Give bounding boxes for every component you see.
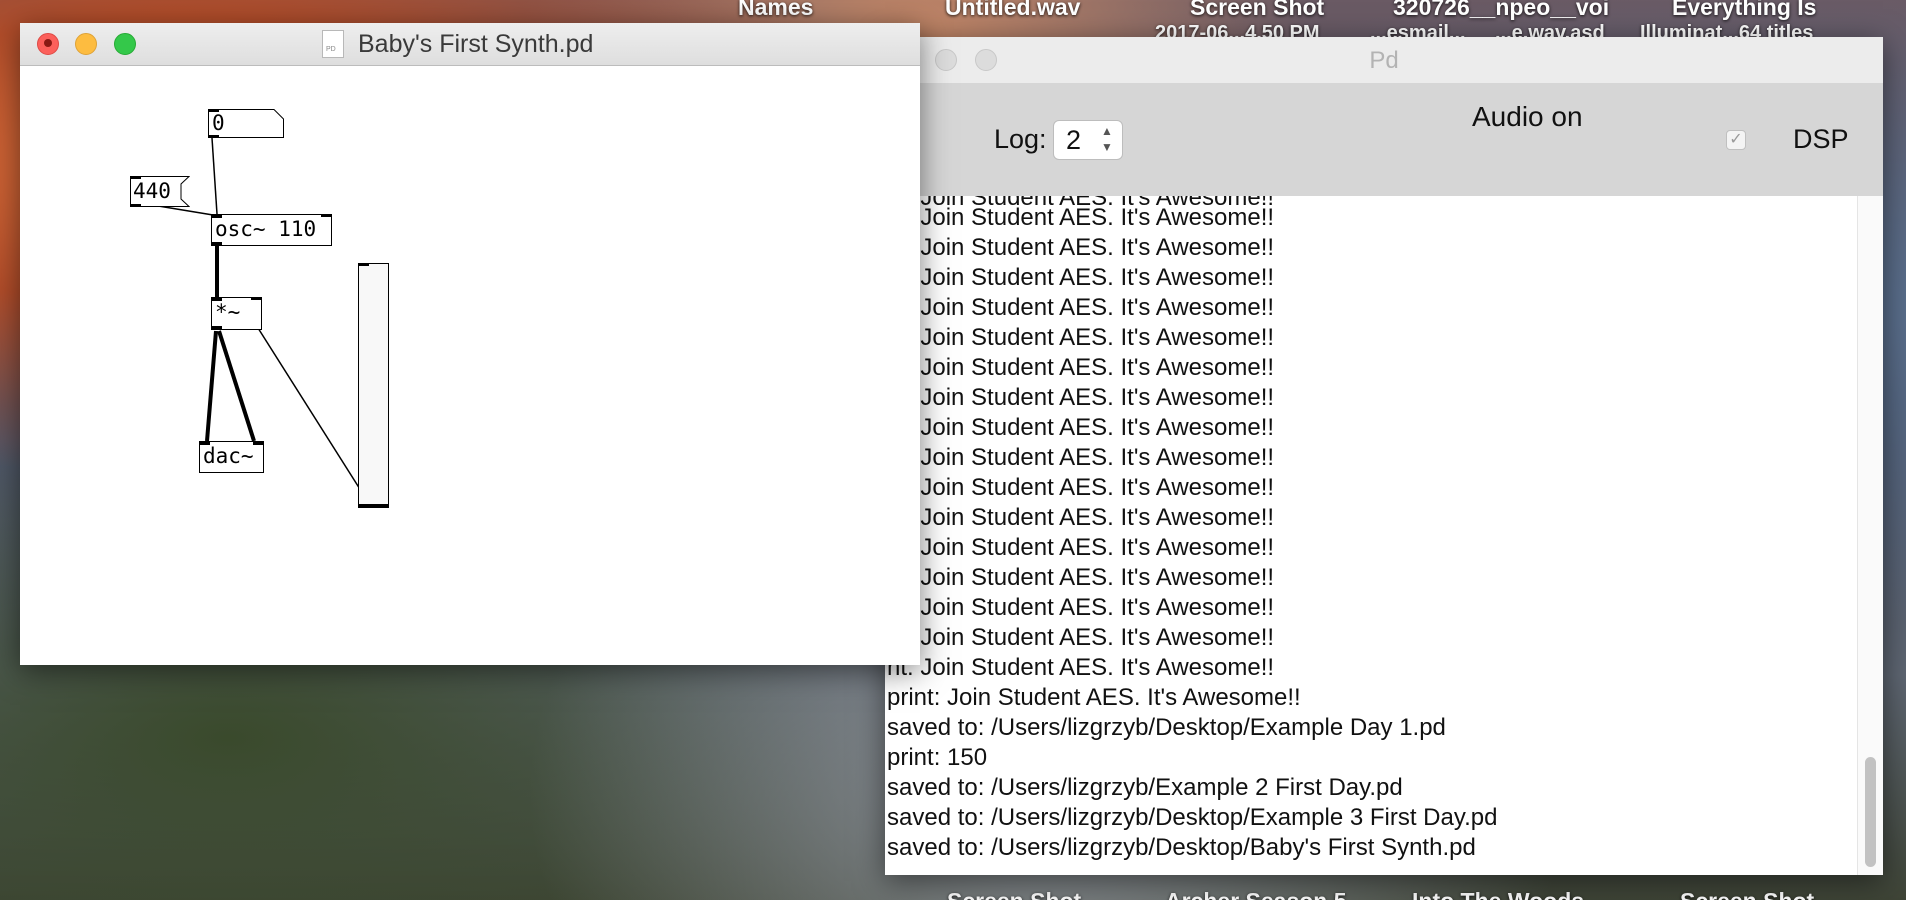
console-line: nt: Join Student AES. It's Awesome!!: [887, 654, 1275, 681]
document-icon-label: PD: [326, 46, 336, 53]
number-box-value: 0: [212, 111, 225, 135]
desktop-icon-label[interactable]: Screen Shot: [947, 888, 1081, 900]
control-cord: [257, 327, 371, 506]
pd-titlebar[interactable]: Pd: [885, 37, 1883, 84]
signal-cord: [205, 330, 218, 442]
scrollbar-thumb[interactable]: [1865, 757, 1876, 867]
patch-cords: [133, 137, 371, 506]
console-line: nt: Join Student AES. It's Awesome!!: [887, 504, 1275, 531]
control-cord: [211, 137, 218, 215]
dsp-checkbox[interactable]: ✓: [1726, 130, 1746, 150]
console-line: nt: Join Student AES. It's Awesome!!: [887, 594, 1275, 621]
message-box-text: 440: [133, 179, 171, 203]
console-line: print: 150: [887, 744, 988, 771]
desktop-icon-label[interactable]: Names: [738, 0, 813, 21]
console-line: nt: Join Student AES. It's Awesome!!: [887, 564, 1275, 591]
console-line: nt: Join Student AES. It's Awesome!!: [887, 624, 1275, 651]
osc-object[interactable]: osc~ 110: [211, 214, 332, 246]
console-line: print: Join Student AES. It's Awesome!!: [887, 684, 1301, 711]
desktop-icon-label[interactable]: Archer Season 5: [1165, 888, 1347, 900]
console-line: saved to: /Users/lizgrzyb/Desktop/Exampl…: [887, 714, 1446, 741]
window-title: Baby's First Synth.pd: [358, 30, 594, 58]
console-log[interactable]: nt: Join Student AES. It's Awesome!! nt: …: [885, 196, 1858, 875]
inlet: [358, 263, 369, 266]
inlet: [211, 297, 222, 301]
number-box[interactable]: 0: [208, 109, 284, 138]
dac-object-text: dac~: [203, 444, 254, 468]
outlet: [358, 505, 369, 508]
console-line: nt: Join Student AES. It's Awesome!!: [887, 414, 1275, 441]
multiply-object-text: *~: [215, 300, 241, 324]
console-line: nt: Join Student AES. It's Awesome!!: [887, 324, 1275, 351]
inlet: [211, 214, 222, 218]
osc-object-text: osc~ 110: [215, 217, 317, 241]
inlet: [251, 297, 262, 300]
dac-object[interactable]: dac~: [199, 441, 264, 473]
window-title: Pd: [1369, 47, 1399, 74]
desktop-icon-label[interactable]: Everything Is: [1672, 0, 1816, 21]
console-line: nt: Join Student AES. It's Awesome!!: [887, 384, 1275, 411]
log-level-value: 2: [1066, 125, 1082, 155]
console-line: nt: Join Student AES. It's Awesome!!: [887, 444, 1275, 471]
desktop-icon-label[interactable]: Untitled.wav: [945, 0, 1080, 21]
patch-titlebar[interactable]: PD Baby's First Synth.pd: [20, 23, 920, 66]
inlet: [321, 214, 332, 217]
dsp-label: DSP: [1793, 124, 1849, 154]
console-line: nt: Join Student AES. It's Awesome!!: [887, 196, 1275, 211]
multiply-object[interactable]: *~: [211, 297, 262, 330]
minimize-button[interactable]: [75, 33, 97, 55]
desktop-icon-label[interactable]: Screen Shot: [1190, 0, 1324, 21]
stepper-arrows-icon[interactable]: ▲ ▼: [1098, 123, 1116, 155]
inlet: [199, 441, 210, 445]
console-line: saved to: /Users/lizgrzyb/Example 2 Firs…: [887, 774, 1403, 801]
console-line: nt: Join Student AES. It's Awesome!!: [887, 354, 1275, 381]
console-line: nt: Join Student AES. It's Awesome!!: [887, 234, 1275, 261]
console-scrollbar[interactable]: [1857, 196, 1883, 875]
inlet: [130, 176, 141, 179]
outlet: [211, 326, 222, 330]
pd-main-window: Pd Log: 2 ▲ ▼ Audio on ✓ DSP nt: Join Stu…: [885, 37, 1883, 875]
log-level-stepper[interactable]: 2 ▲ ▼: [1053, 120, 1123, 160]
unsaved-dot-icon: [44, 39, 52, 47]
desktop-icon-label[interactable]: Into The Woods: [1412, 888, 1584, 900]
document-icon: PD: [322, 30, 344, 58]
console-line: saved to: /Users/lizgrzyb/Desktop/Exampl…: [887, 804, 1498, 831]
patch-canvas[interactable]: 0 440 osc~ 110 *~ dac~: [20, 65, 920, 665]
desktop-icon-label[interactable]: Screen Shot: [1680, 888, 1814, 900]
inlet: [253, 441, 264, 445]
inlet: [208, 109, 219, 112]
vertical-slider[interactable]: [358, 263, 389, 508]
console-line: nt: Join Student AES. It's Awesome!!: [887, 294, 1275, 321]
outlet: [130, 204, 141, 207]
console-line: saved to: /Users/lizgrzyb/Desktop/Baby's…: [887, 834, 1476, 861]
signal-cord: [217, 330, 256, 442]
console-line: nt: Join Student AES. It's Awesome!!: [887, 264, 1275, 291]
patch-window: PD Baby's First Synth.pd 0 440 osc~ 110 …: [20, 23, 920, 665]
console-line: nt: Join Student AES. It's Awesome!!: [887, 474, 1275, 501]
desktop-icon-label[interactable]: 320726__npeo__voi: [1393, 0, 1609, 21]
message-box[interactable]: 440: [130, 176, 190, 207]
audio-status: Audio on: [1472, 101, 1583, 132]
console-line: nt: Join Student AES. It's Awesome!!: [887, 534, 1275, 561]
log-label: Log:: [994, 124, 1047, 154]
outlet: [208, 135, 219, 138]
outlet: [211, 242, 222, 246]
zoom-button[interactable]: [114, 33, 136, 55]
close-button[interactable]: [37, 33, 59, 55]
